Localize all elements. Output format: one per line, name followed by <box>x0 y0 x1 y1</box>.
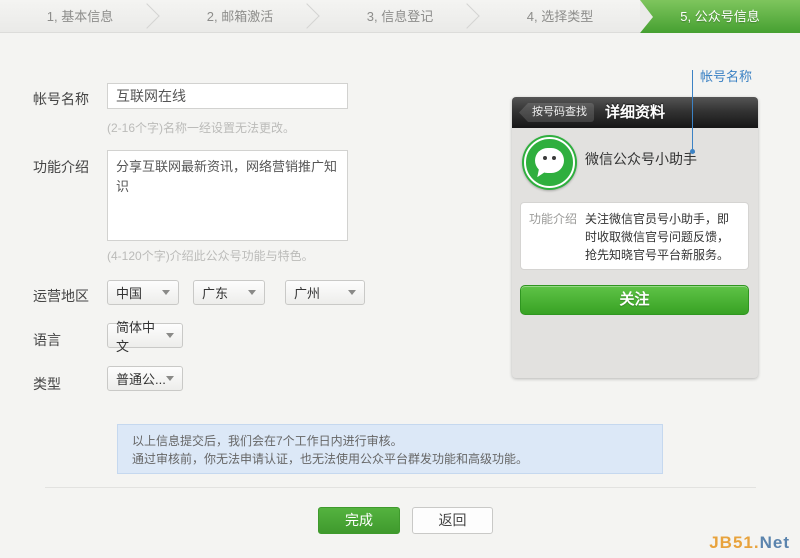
chevron-right-icon <box>134 3 159 28</box>
region-country-value: 中国 <box>116 283 142 302</box>
watermark-part1: JB51. <box>709 533 759 552</box>
chevron-down-icon <box>248 290 256 295</box>
finish-button[interactable]: 完成 <box>318 507 400 534</box>
wechat-registration-page: 1, 基本信息 2, 邮箱激活 3, 信息登记 4, 选择类型 5, 公众号信息… <box>0 0 800 558</box>
step-label: 5, 公众号信息 <box>680 9 759 24</box>
intro-textarea[interactable]: 分享互联网最新资讯，网络营销推广知识 <box>107 150 348 241</box>
preview-header: 详细资料 按号码查找 <box>512 97 758 128</box>
account-name-label: 帐号名称 <box>33 89 89 109</box>
step-label: 4, 选择类型 <box>527 9 593 24</box>
chevron-right-icon <box>294 3 319 28</box>
region-city-select[interactable]: 广州 <box>285 280 365 305</box>
account-name-hint: (2-16个字)名称一经设置无法更改。 <box>107 119 295 136</box>
review-notice: 以上信息提交后，我们会在7个工作日内进行审核。 通过审核前，你无法申请认证，也无… <box>117 424 663 474</box>
callout-account-name-label: 帐号名称 <box>700 66 752 85</box>
preview-intro-box: 功能介绍 关注微信官员号小助手，即时收取微信官号问题反馈，抢先知晓官号平台新服务… <box>520 202 749 270</box>
step-account-info-active: 5, 公众号信息 <box>640 0 800 33</box>
type-value: 普通公... <box>116 369 166 388</box>
callout-line <box>692 70 693 151</box>
watermark: JB51.Net <box>709 533 790 553</box>
region-label: 运营地区 <box>33 286 89 306</box>
language-label: 语言 <box>33 330 61 350</box>
notice-line2: 通过审核前，你无法申请认证，也无法使用公众平台群发功能和高级功能。 <box>132 450 648 468</box>
region-province-value: 广东 <box>202 283 228 302</box>
preview-intro-label: 功能介绍 <box>529 210 585 262</box>
region-province-select[interactable]: 广东 <box>193 280 265 305</box>
chevron-down-icon <box>162 290 170 295</box>
return-button[interactable]: 返回 <box>412 507 493 534</box>
language-select[interactable]: 简体中文 <box>107 323 183 348</box>
account-preview-card: 详细资料 按号码查找 微信公众号小助手 功能介绍 关注微信官员号小助手，即时收取… <box>512 97 758 378</box>
step-label: 3, 信息登记 <box>367 9 433 24</box>
account-name-input[interactable] <box>107 83 348 109</box>
chevron-right-icon <box>454 3 479 28</box>
region-city-value: 广州 <box>294 283 320 302</box>
intro-hint: (4-120个字)介绍此公众号功能与特色。 <box>107 247 314 264</box>
type-select[interactable]: 普通公... <box>107 366 183 391</box>
region-country-select[interactable]: 中国 <box>107 280 179 305</box>
step-info-registration: 3, 信息登记 <box>320 0 480 33</box>
arrow-notch-icon <box>640 0 653 33</box>
speech-bubble-icon <box>535 148 564 173</box>
step-email-activation: 2, 邮箱激活 <box>160 0 320 33</box>
chevron-down-icon <box>166 333 174 338</box>
footer-divider <box>45 487 756 488</box>
step-label: 1, 基本信息 <box>47 9 113 24</box>
preview-intro-text: 关注微信官员号小助手，即时收取微信官号问题反馈，抢先知晓官号平台新服务。 <box>585 210 740 262</box>
callout-dot <box>690 149 695 154</box>
step-basic-info: 1, 基本信息 <box>0 0 160 33</box>
progress-stepper: 1, 基本信息 2, 邮箱激活 3, 信息登记 4, 选择类型 5, 公众号信息 <box>0 0 800 33</box>
chevron-down-icon <box>166 376 174 381</box>
step-label: 2, 邮箱激活 <box>207 9 273 24</box>
step-choose-type: 4, 选择类型 <box>480 0 640 33</box>
chevron-down-icon <box>348 290 356 295</box>
type-label: 类型 <box>33 374 61 394</box>
bubble-eye-icon <box>552 156 556 160</box>
watermark-part2: Net <box>760 533 790 552</box>
preview-account-name: 微信公众号小助手 <box>585 149 697 169</box>
bubble-eye-icon <box>543 156 547 160</box>
follow-button: 关注 <box>520 285 749 315</box>
preview-back-button: 按号码查找 <box>519 103 594 122</box>
language-value: 简体中文 <box>116 317 166 355</box>
wechat-avatar-icon <box>522 135 577 190</box>
notice-line1: 以上信息提交后，我们会在7个工作日内进行审核。 <box>132 432 648 450</box>
intro-label: 功能介绍 <box>33 157 89 177</box>
